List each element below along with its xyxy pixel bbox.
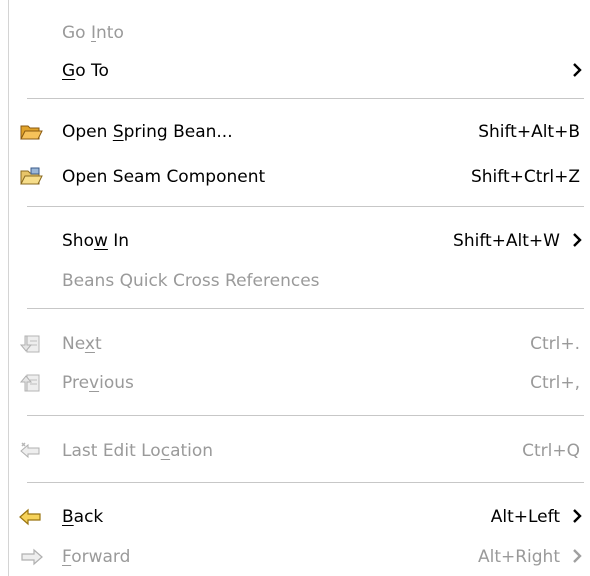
menu-item-back[interactable]: Back Alt+Left: [9, 498, 590, 536]
folder-open-component-icon: [20, 167, 43, 185]
next-annotation-icon: [19, 335, 40, 353]
last-edit-location-icon: [20, 442, 40, 459]
menu-item-shortcut: Ctrl+Q: [522, 441, 580, 461]
back-arrow-icon: [19, 508, 41, 526]
submenu-chevron-icon: [573, 63, 582, 77]
menu-item-show-in[interactable]: Show In Shift+Alt+W: [9, 222, 590, 260]
menu-item-label: Back: [62, 507, 104, 527]
context-menu: Go Into Go To Open Spring Bean... Shift+…: [9, 0, 590, 576]
previous-annotation-icon: [19, 374, 40, 392]
menu-item-open-spring-bean[interactable]: Open Spring Bean... Shift+Alt+B: [9, 113, 590, 151]
menu-separator: [27, 206, 584, 207]
menu-item-shortcut: Ctrl+.: [530, 334, 580, 354]
menu-item-label: Previous: [62, 373, 134, 393]
menu-item-go-into[interactable]: Go Into: [9, 14, 590, 52]
menu-item-previous[interactable]: Previous Ctrl+,: [9, 364, 590, 402]
menu-item-last-edit-location[interactable]: Last Edit Location Ctrl+Q: [9, 432, 590, 470]
menu-separator: [27, 415, 584, 416]
menu-item-beans-quick-cross-references[interactable]: Beans Quick Cross References: [9, 262, 590, 300]
submenu-chevron-icon: [573, 233, 582, 247]
menu-item-label: Open Spring Bean...: [62, 122, 233, 142]
menu-item-shortcut: Alt+Right: [477, 547, 560, 567]
menu-item-forward[interactable]: Forward Alt+Right: [9, 538, 590, 576]
forward-arrow-icon: [21, 548, 43, 566]
menu-item-label: Go To: [62, 61, 109, 81]
menu-item-label: Show In: [62, 231, 130, 251]
menu-item-label: Last Edit Location: [62, 441, 214, 461]
menu-item-shortcut: Ctrl+,: [530, 373, 580, 393]
menu-item-open-seam-component[interactable]: Open Seam Component Shift+Ctrl+Z: [9, 158, 590, 196]
menu-item-next[interactable]: Next Ctrl+.: [9, 325, 590, 363]
menu-item-shortcut: Shift+Alt+B: [478, 122, 580, 142]
menu-item-shortcut: Alt+Left: [490, 507, 560, 527]
menu-item-go-to[interactable]: Go To: [9, 52, 590, 90]
folder-open-icon: [20, 125, 43, 140]
menu-separator: [27, 98, 584, 99]
submenu-chevron-icon: [573, 509, 582, 523]
menu-separator: [27, 482, 584, 483]
submenu-chevron-icon: [573, 549, 582, 563]
menu-item-shortcut: Shift+Ctrl+Z: [470, 167, 580, 187]
menu-separator: [27, 308, 584, 309]
menu-item-label: Next: [62, 334, 102, 354]
menu-item-label: Beans Quick Cross References: [62, 271, 320, 291]
menu-item-shortcut: Shift+Alt+W: [453, 231, 560, 251]
menu-item-label: Forward: [62, 547, 131, 567]
menu-item-label: Go Into: [62, 23, 124, 43]
menu-item-label: Open Seam Component: [62, 167, 266, 187]
